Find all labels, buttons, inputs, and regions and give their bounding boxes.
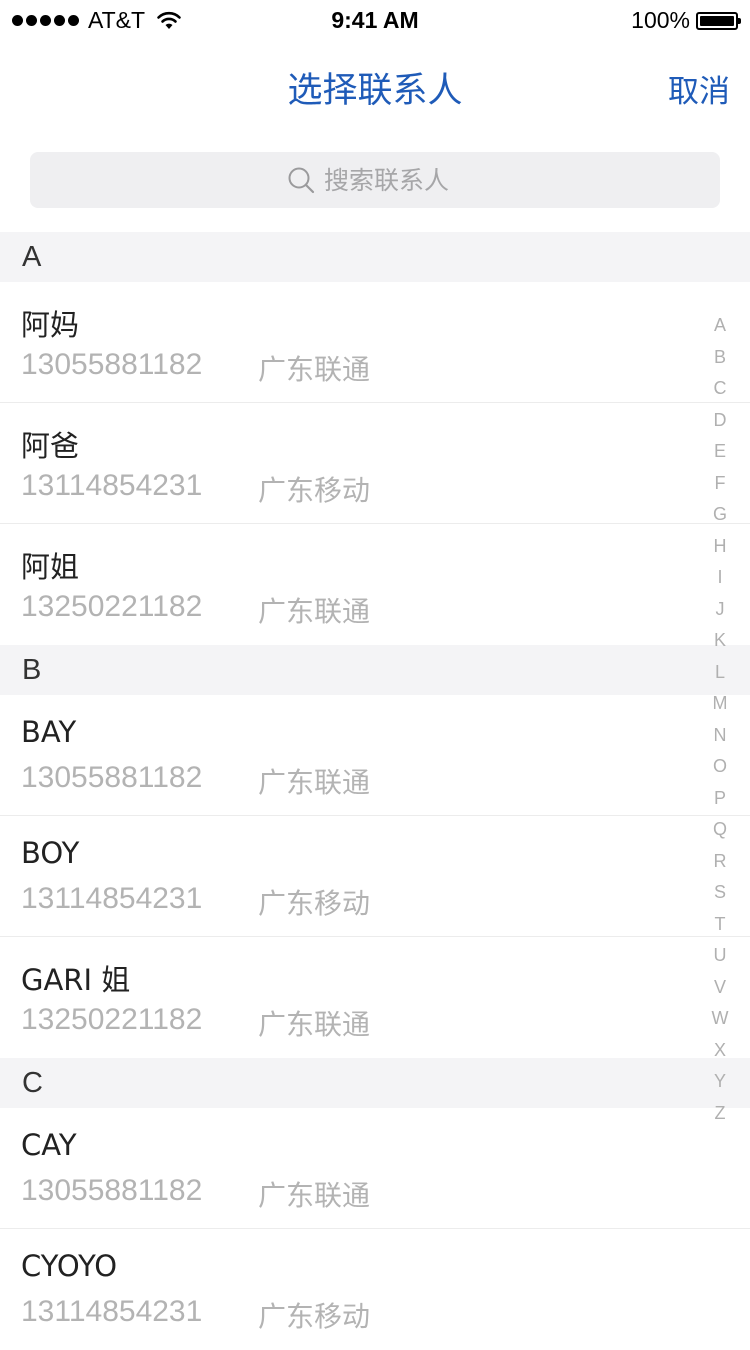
contact-row[interactable]: GARI 姐 13250221182 广东联通	[0, 937, 750, 1058]
alphabet-index[interactable]: ABCDEFGHIJKLMNOPQRSTUVWXYZ	[700, 310, 740, 1129]
index-letter[interactable]: P	[700, 783, 740, 815]
page-title: 选择联系人	[287, 71, 463, 111]
index-letter[interactable]: D	[700, 405, 740, 437]
contact-phone: 13250221182	[21, 1003, 203, 1036]
index-letter[interactable]: X	[700, 1035, 740, 1067]
contact-row[interactable]: 阿姐 13250221182 广东联通	[0, 524, 750, 645]
contact-carrier: 广东移动	[258, 1300, 371, 1333]
contact-phone: 13055881182	[21, 761, 203, 794]
index-letter[interactable]: U	[700, 940, 740, 972]
contact-phone: 13250221182	[21, 590, 203, 623]
index-letter[interactable]: Q	[700, 814, 740, 846]
index-letter[interactable]: I	[700, 562, 740, 594]
contact-phone: 13114854231	[21, 469, 203, 502]
index-letter[interactable]: Z	[700, 1098, 740, 1130]
index-letter[interactable]: L	[700, 657, 740, 689]
battery-fill	[700, 15, 734, 26]
index-letter[interactable]: A	[700, 310, 740, 342]
contact-name: GARI 姐	[21, 963, 131, 997]
index-letter[interactable]: O	[700, 751, 740, 783]
search-bar[interactable]	[30, 152, 720, 208]
index-letter[interactable]: R	[700, 846, 740, 878]
section-header: B	[0, 645, 750, 695]
contact-carrier: 广东联通	[258, 353, 371, 386]
contact-name: 阿姐	[21, 550, 80, 584]
contact-row[interactable]: BOY 13114854231 广东移动	[0, 816, 750, 937]
contact-phone: 13055881182	[21, 348, 203, 381]
index-letter[interactable]: M	[700, 688, 740, 720]
index-letter[interactable]: V	[700, 972, 740, 1004]
index-letter[interactable]: T	[700, 909, 740, 941]
search-input[interactable]	[324, 165, 464, 195]
contact-row[interactable]: CAY 13055881182 广东联通	[0, 1108, 750, 1229]
contact-carrier: 广东联通	[258, 1179, 371, 1212]
index-letter[interactable]: H	[700, 531, 740, 563]
contact-row[interactable]: CYOYO 13114854231 广东移动	[0, 1229, 750, 1350]
contact-carrier: 广东移动	[258, 474, 371, 507]
contact-row[interactable]: BAY 13055881182 广东联通	[0, 695, 750, 816]
cancel-button[interactable]: 取消	[668, 66, 730, 111]
contact-list: A 阿妈 13055881182 广东联通 阿爸 13114854231 广东移动 阿姐 132…	[0, 232, 750, 1350]
index-letter[interactable]: N	[700, 720, 740, 752]
index-letter[interactable]: F	[700, 468, 740, 500]
battery-percentage: 100%	[631, 7, 690, 33]
contact-name: BOY	[21, 836, 80, 870]
contact-phone: 13055881182	[21, 1174, 203, 1207]
contact-carrier: 广东联通	[258, 766, 371, 799]
search-icon	[288, 167, 315, 194]
contact-carrier: 广东联通	[258, 1008, 371, 1041]
contact-row[interactable]: 阿妈 13055881182 广东联通	[0, 282, 750, 403]
contact-phone: 13114854231	[21, 882, 203, 915]
index-letter[interactable]: K	[700, 625, 740, 657]
status-bar: AT&T 9:41 AM 100%	[0, 0, 750, 40]
contact-name: CAY	[21, 1128, 77, 1162]
index-letter[interactable]: W	[700, 1003, 740, 1035]
contact-name: 阿妈	[21, 308, 80, 342]
contact-name: CYOYO	[21, 1249, 118, 1283]
index-letter[interactable]: J	[700, 594, 740, 626]
status-right: 100%	[631, 7, 741, 34]
index-letter[interactable]: C	[700, 373, 740, 405]
battery-icon	[696, 11, 741, 30]
index-letter[interactable]: S	[700, 877, 740, 909]
index-letter[interactable]: G	[700, 499, 740, 531]
contact-carrier: 广东移动	[258, 887, 371, 920]
index-letter[interactable]: E	[700, 436, 740, 468]
contact-phone: 13114854231	[21, 1295, 203, 1328]
index-letter[interactable]: B	[700, 342, 740, 374]
contact-row[interactable]: 阿爸 13114854231 广东移动	[0, 403, 750, 524]
contact-carrier: 广东联通	[258, 595, 371, 628]
section-header: C	[0, 1058, 750, 1108]
section-header: A	[0, 232, 750, 282]
contact-name: 阿爸	[21, 429, 80, 463]
navigation-bar: 选择联系人 取消	[0, 40, 750, 130]
index-letter[interactable]: Y	[700, 1066, 740, 1098]
contact-name: BAY	[21, 715, 77, 749]
